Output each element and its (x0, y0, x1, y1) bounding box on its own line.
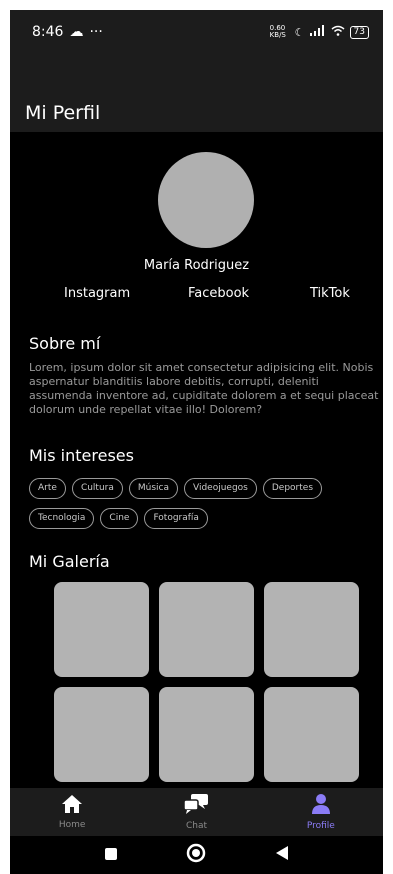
moon-icon: ☾ (294, 25, 305, 39)
status-time: 8:46 (32, 24, 64, 40)
cloud-icon: ☁ (69, 24, 84, 40)
interests-chips: Arte Cultura Música Videojuegos Deportes… (29, 478, 374, 529)
nav-chat[interactable]: Chat (134, 788, 258, 836)
facebook-link[interactable]: Facebook (188, 286, 249, 301)
nav-profile[interactable]: Profile (259, 788, 383, 836)
nav-home-label: Home (58, 820, 86, 830)
interest-chip-cine[interactable]: Cine (100, 508, 139, 529)
interest-chip-tecnologia[interactable]: Tecnologia (29, 508, 95, 529)
profile-icon (311, 793, 331, 819)
about-heading: Sobre mí (29, 334, 101, 353)
gallery-photo[interactable] (264, 687, 359, 782)
gallery-photo[interactable] (159, 582, 254, 677)
nav-home[interactable]: Home (10, 788, 134, 836)
more-notifications-icon: ··· (89, 24, 103, 40)
network-speed: 0.60 KB/S (269, 24, 286, 39)
gallery-photo[interactable] (54, 582, 149, 677)
phone-screen: 8:46 ☁ ··· 0.60 KB/S ☾ 73 Mi Perfil Marí… (10, 10, 383, 874)
nav-profile-label: Profile (306, 821, 335, 831)
instagram-link[interactable]: Instagram (64, 286, 130, 301)
tiktok-link[interactable]: TikTok (310, 286, 350, 301)
battery-icon: 73 (349, 25, 369, 39)
nav-chat-label: Chat (185, 821, 208, 831)
gallery-photo[interactable] (159, 687, 254, 782)
recents-button[interactable] (104, 846, 118, 865)
profile-content[interactable]: María Rodriguez Instagram Facebook TikTo… (10, 132, 383, 788)
status-bar: 8:46 ☁ ··· 0.60 KB/S ☾ 73 (10, 10, 383, 54)
gallery-heading: Mi Galería (29, 552, 110, 571)
gallery-photo[interactable] (54, 687, 149, 782)
avatar[interactable] (158, 152, 254, 248)
system-navigation-bar (10, 836, 383, 874)
signal-icon (309, 25, 326, 39)
interest-chip-fotografia[interactable]: Fotografía (144, 508, 208, 529)
app-bar: Mi Perfil (10, 54, 383, 132)
home-icon (61, 794, 83, 818)
interest-chip-videojuegos[interactable]: Videojuegos (184, 478, 257, 499)
page-title: Mi Perfil (25, 102, 101, 124)
home-system-button[interactable] (186, 843, 206, 867)
profile-name: María Rodriguez (143, 258, 250, 273)
interests-heading: Mis intereses (29, 446, 134, 465)
interest-chip-cultura[interactable]: Cultura (71, 478, 123, 499)
photo-gallery (54, 582, 359, 782)
bottom-navigation: Home Chat Profile (10, 788, 383, 836)
about-text: Lorem, ipsum dolor sit amet consectetur … (29, 361, 379, 416)
interest-chip-deportes[interactable]: Deportes (262, 478, 323, 499)
interest-chip-arte[interactable]: Arte (29, 478, 66, 499)
back-button[interactable] (275, 845, 289, 865)
interest-chip-musica[interactable]: Música (128, 478, 178, 499)
chat-icon (183, 793, 209, 819)
gallery-photo[interactable] (264, 582, 359, 677)
wifi-icon (331, 25, 345, 39)
